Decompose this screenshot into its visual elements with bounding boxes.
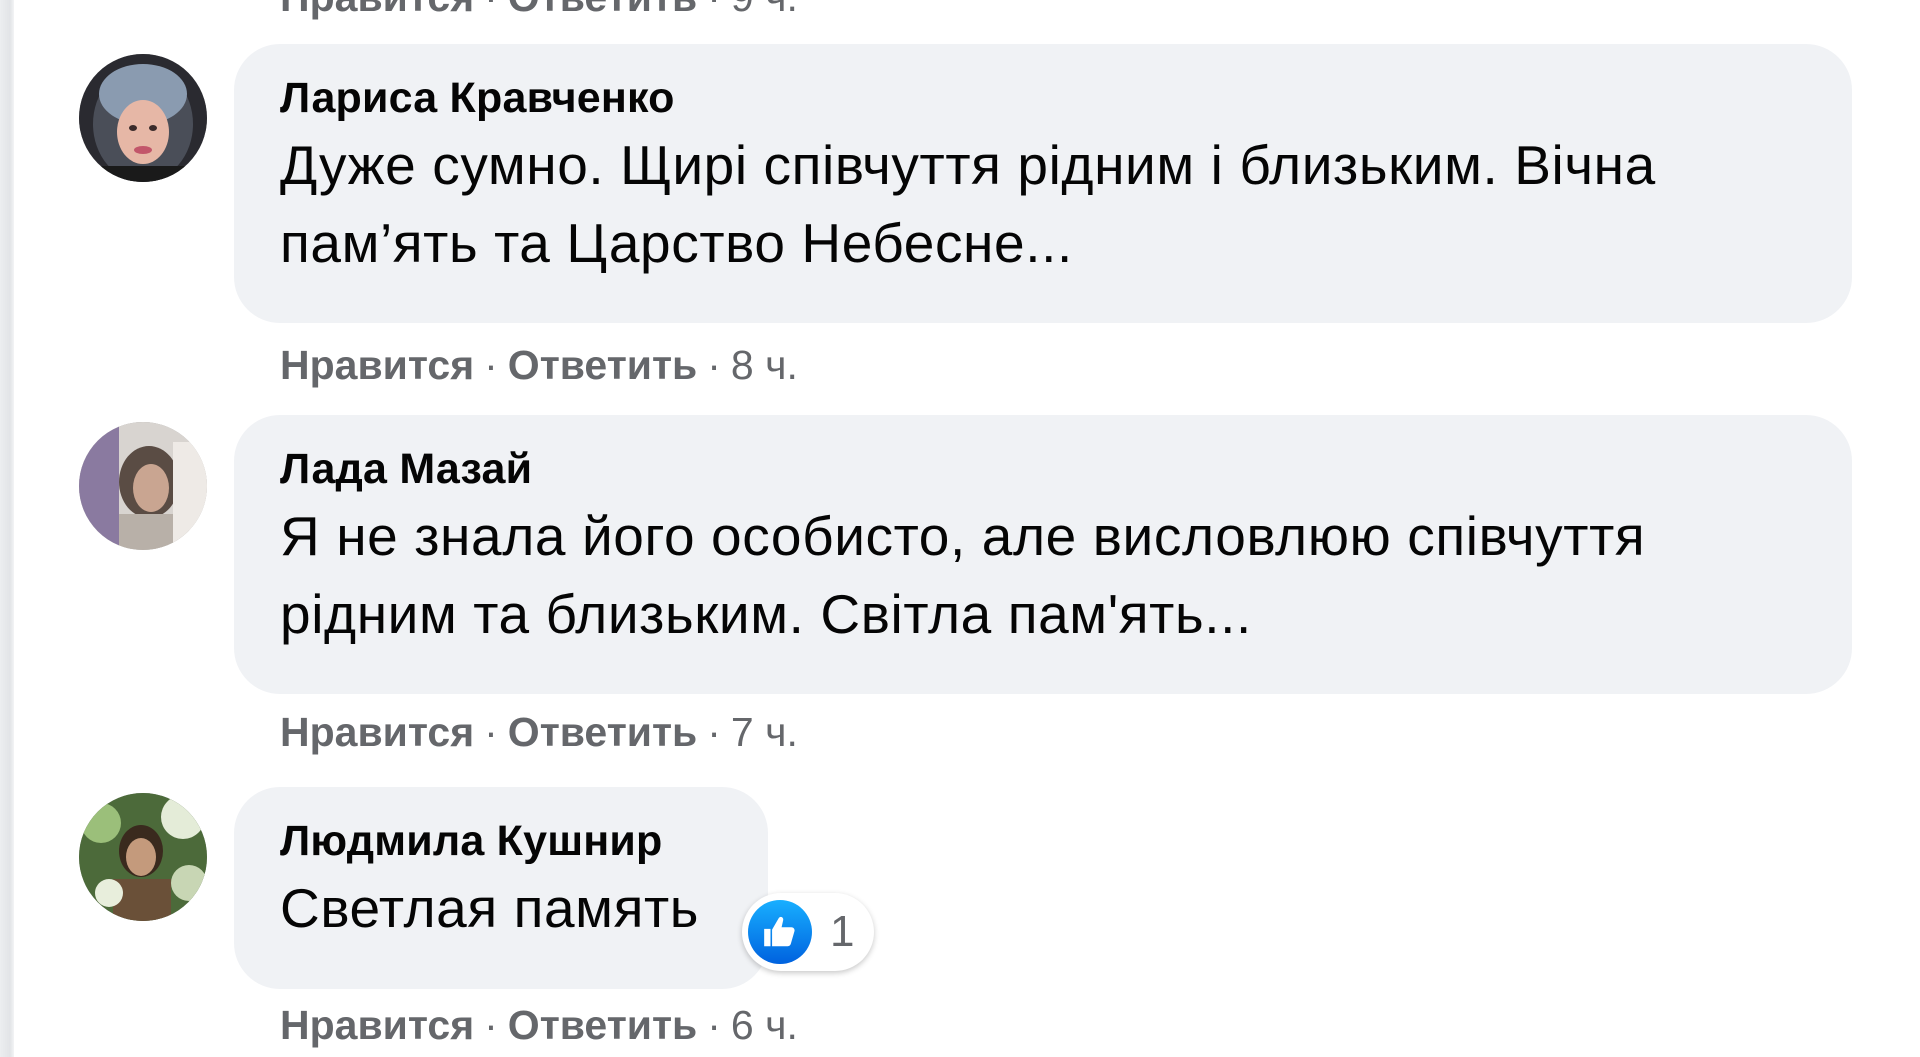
comment-bubble: Лариса Кравченко Дуже сумно. Щирі співчу… bbox=[234, 44, 1852, 323]
comment-author[interactable]: Лада Мазай bbox=[280, 443, 1806, 495]
comment-text-line: Дуже сумно. Щирі співчуття рідним і близ… bbox=[280, 134, 1656, 196]
avatar[interactable] bbox=[79, 422, 207, 550]
comment-text-line: Светлая память bbox=[280, 877, 700, 939]
comment-bubble: Лада Мазай Я не знала його особисто, але… bbox=[234, 415, 1852, 694]
reply-link[interactable]: Ответить bbox=[508, 342, 697, 388]
avatar-photo-icon bbox=[79, 54, 207, 182]
separator-dot: · bbox=[484, 1002, 498, 1048]
comment-text-line: пам’ять та Царство Небесне... bbox=[280, 212, 1073, 274]
comment-text-line: рідним та близьким. Світла пам'ять... bbox=[280, 583, 1252, 645]
comment-author[interactable]: Людмила Кушнир bbox=[280, 815, 722, 867]
comment-author[interactable]: Лариса Кравченко bbox=[280, 72, 1806, 124]
comment-text: Дуже сумно. Щирі співчуття рідним і близ… bbox=[280, 126, 1806, 282]
separator-dot: · bbox=[707, 709, 721, 755]
comment-actions-partial: Нравится · Ответить · 9 ч. bbox=[280, 0, 798, 22]
like-link[interactable]: Нравится bbox=[280, 0, 474, 20]
reply-link[interactable]: Ответить bbox=[508, 709, 697, 755]
comment-text-line: Я не знала його особисто, але висловлюю … bbox=[280, 505, 1646, 567]
separator-dot: · bbox=[707, 0, 721, 20]
reaction-badge[interactable]: 1 bbox=[742, 893, 875, 971]
reply-link[interactable]: Ответить bbox=[508, 0, 697, 20]
separator-dot: · bbox=[484, 709, 498, 755]
avatar[interactable] bbox=[79, 793, 207, 921]
left-divider bbox=[0, 0, 14, 1057]
comment-time[interactable]: 8 ч. bbox=[731, 342, 798, 388]
comment-actions: Нравится · Ответить · 6 ч. bbox=[280, 1000, 798, 1050]
like-link[interactable]: Нравится bbox=[280, 1002, 474, 1048]
comment-bubble: Людмила Кушнир Светлая память bbox=[234, 787, 768, 989]
separator-dot: · bbox=[484, 0, 498, 20]
separator-dot: · bbox=[707, 342, 721, 388]
thumbs-up-icon bbox=[748, 900, 812, 964]
comment-time[interactable]: 9 ч. bbox=[731, 0, 798, 20]
comment-actions: Нравится · Ответить · 8 ч. bbox=[280, 340, 798, 390]
comments-panel: Нравится·Ответить·9 ч. Лариса Кравченко … bbox=[0, 0, 1920, 1057]
like-link[interactable]: Нравится bbox=[280, 709, 474, 755]
reaction-count: 1 bbox=[830, 907, 855, 956]
separator-dot: · bbox=[484, 342, 498, 388]
avatar-photo-icon bbox=[79, 422, 207, 550]
comment-text: Я не знала його особисто, але висловлюю … bbox=[280, 497, 1806, 653]
avatar[interactable] bbox=[79, 54, 207, 182]
comment-time[interactable]: 7 ч. bbox=[731, 709, 798, 755]
like-link[interactable]: Нравится bbox=[280, 342, 474, 388]
avatar-photo-icon bbox=[79, 793, 207, 921]
reply-link[interactable]: Ответить bbox=[508, 1002, 697, 1048]
comment-text: Светлая память bbox=[280, 869, 722, 947]
comment-actions: Нравится · Ответить · 7 ч. bbox=[280, 707, 798, 757]
separator-dot: · bbox=[707, 1002, 721, 1048]
comment-time[interactable]: 6 ч. bbox=[731, 1002, 798, 1048]
